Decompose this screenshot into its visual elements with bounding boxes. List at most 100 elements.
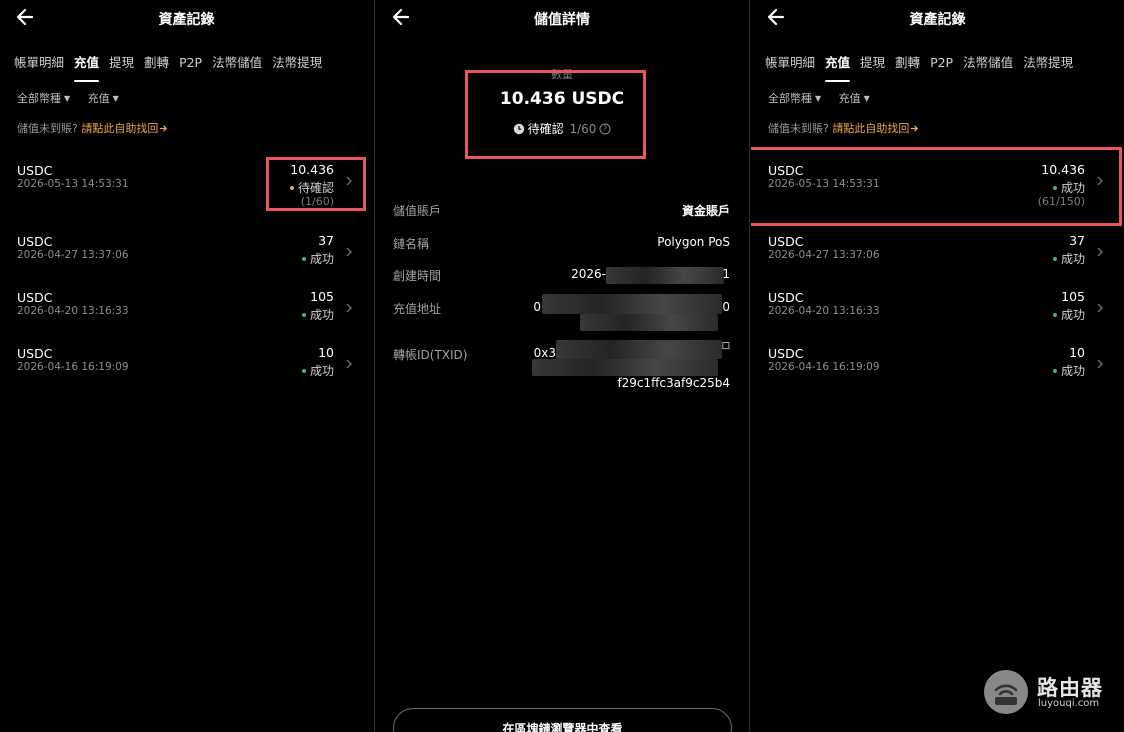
- list-item[interactable]: USDC 2026-05-13 14:53:31 10.436 待確認 (1/6…: [0, 155, 373, 208]
- list-item[interactable]: USDC 2026-04-16 16:19:09 10 成功: [751, 338, 1124, 390]
- tab-transfer[interactable]: 劃轉: [144, 55, 169, 83]
- currency-filter[interactable]: 全部幣種 ▼: [17, 90, 70, 106]
- tab-p2p[interactable]: P2P: [930, 55, 953, 83]
- currency-filter-label: 全部幣種: [768, 92, 812, 105]
- tab-deposit[interactable]: 充值: [74, 55, 100, 83]
- record-status-label: 成功: [309, 252, 334, 266]
- list-item[interactable]: USDC 2026-04-27 13:37:06 37 成功: [751, 226, 1124, 278]
- tab-bill-details[interactable]: 帳單明細: [765, 55, 815, 83]
- list-item[interactable]: USDC 2026-05-13 14:53:31 10.436 成功 (61/1…: [751, 155, 1124, 208]
- top-bar: 資產記錄: [0, 0, 373, 36]
- success-dot-icon: [301, 313, 306, 317]
- top-bar: 資產記錄: [751, 0, 1124, 36]
- chevron-right-icon: [1097, 303, 1103, 313]
- created-time-value: 2026-: [571, 267, 606, 281]
- success-dot-icon: [301, 257, 306, 261]
- list-item[interactable]: USDC 2026-04-20 13:16:33 105 成功: [751, 282, 1124, 334]
- record-status: 成功: [1052, 362, 1085, 379]
- currency-filter[interactable]: 全部幣種 ▼: [768, 90, 821, 106]
- deposit-help: 儲值未到賬? 請點此自助找回: [17, 120, 168, 136]
- help-text: 儲值未到賬?: [768, 122, 829, 135]
- record-amount: 10.436: [290, 162, 334, 177]
- type-filter-label: 充值: [87, 92, 110, 105]
- tab-withdraw[interactable]: 提現: [860, 55, 885, 83]
- tab-fiat-deposit[interactable]: 法幣儲值: [963, 55, 1013, 83]
- type-filter[interactable]: 充值 ▼: [88, 90, 119, 106]
- chevron-right-icon: [346, 359, 352, 369]
- chain-value: Polygon PoS: [657, 235, 730, 249]
- record-amount: 10: [318, 345, 334, 360]
- deposit-help: 儲值未到賬? 請點此自助找回: [768, 120, 919, 136]
- arrow-right-icon: [160, 125, 168, 132]
- record-status: 成功: [301, 306, 334, 323]
- record-asset: USDC: [17, 234, 53, 249]
- txid-value-start: 0x3: [533, 346, 556, 360]
- filter-bar: 全部幣種 ▼ 充值 ▼: [17, 90, 133, 106]
- record-asset: USDC: [17, 290, 53, 305]
- asset-records-panel-success: 資產記錄 帳單明細 充值 提現 劃轉 P2P 法幣儲值 法幣提現 全部幣種 ▼ 充值 ▼ 儲值未…: [751, 0, 1124, 732]
- pending-dot-icon: [289, 186, 294, 190]
- caret-down-icon: ▼: [64, 94, 71, 103]
- svg-text:?: ?: [603, 125, 607, 134]
- copy-icon[interactable]: [721, 342, 730, 351]
- chevron-right-icon: [1097, 176, 1103, 186]
- record-amount: 10.436: [1041, 162, 1085, 177]
- record-status-label: 待確認: [297, 181, 334, 195]
- type-filter-label: 充值: [838, 92, 861, 105]
- record-asset: USDC: [768, 163, 804, 178]
- tab-bar: 帳單明細 充值 提現 劃轉 P2P 法幣儲值 法幣提現: [765, 52, 1124, 83]
- record-status-label: 成功: [1060, 308, 1085, 322]
- address-value-end: 0: [722, 300, 730, 314]
- arrow-right-icon: [911, 125, 919, 132]
- record-time: 2026-04-16 16:19:09: [768, 361, 880, 373]
- currency-filter-label: 全部幣種: [17, 92, 61, 105]
- record-amount: 37: [318, 233, 334, 248]
- chevron-right-icon: [346, 247, 352, 257]
- self-recovery-link[interactable]: 請點此自助找回: [832, 122, 919, 135]
- record-status: 成功: [301, 250, 334, 267]
- account-label: 儲值賬戶: [393, 204, 442, 218]
- record-asset: USDC: [17, 163, 53, 178]
- tab-transfer[interactable]: 劃轉: [895, 55, 920, 83]
- created-time-label: 創建時間: [393, 269, 442, 283]
- deposit-status: 待確認 1/60?: [376, 120, 748, 137]
- record-asset: USDC: [768, 290, 804, 305]
- list-item[interactable]: USDC 2026-04-27 13:37:06 37 成功: [0, 226, 373, 278]
- created-time-value-end: 1: [722, 267, 730, 281]
- list-item[interactable]: USDC 2026-04-20 13:16:33 105 成功: [0, 282, 373, 334]
- type-filter[interactable]: 充值 ▼: [839, 90, 870, 106]
- help-text: 儲值未到賬?: [17, 122, 78, 135]
- caret-down-icon: ▼: [863, 94, 870, 103]
- redacted-block: [580, 314, 718, 331]
- account-value: 資金賬戶: [681, 204, 730, 218]
- tab-withdraw[interactable]: 提現: [109, 55, 134, 83]
- address-value-start: 0: [533, 300, 541, 314]
- tab-fiat-withdraw[interactable]: 法幣提現: [1023, 55, 1073, 83]
- clock-icon: [513, 123, 524, 135]
- tab-bill-details[interactable]: 帳單明細: [14, 55, 64, 83]
- tab-fiat-deposit[interactable]: 法幣儲值: [212, 55, 262, 83]
- record-amount: 105: [310, 289, 334, 304]
- router-logo-icon: [984, 670, 1028, 714]
- help-question-icon[interactable]: ?: [599, 123, 611, 135]
- self-recovery-link[interactable]: 請點此自助找回: [81, 122, 168, 135]
- record-status-label: 成功: [1060, 364, 1085, 378]
- record-time: 2026-04-16 16:19:09: [17, 361, 129, 373]
- record-time: 2026-04-20 13:16:33: [17, 305, 129, 317]
- tab-fiat-withdraw[interactable]: 法幣提現: [272, 55, 322, 83]
- record-status-label: 成功: [309, 308, 334, 322]
- redacted-block: [556, 340, 722, 359]
- highlight-box: [465, 70, 646, 159]
- view-in-explorer-button[interactable]: 在區塊鏈瀏覽器中查看: [393, 708, 732, 732]
- caret-down-icon: ▼: [112, 94, 119, 103]
- list-item[interactable]: USDC 2026-04-16 16:19:09 10 成功: [0, 338, 373, 390]
- record-time: 2026-05-13 14:53:31: [17, 178, 129, 190]
- redacted-block: [606, 267, 724, 284]
- watermark: 路由器 luyouqi.com: [984, 670, 1114, 714]
- tab-deposit[interactable]: 充值: [825, 55, 851, 83]
- record-time: 2026-04-20 13:16:33: [768, 305, 880, 317]
- redacted-block: [532, 359, 718, 376]
- tab-p2p[interactable]: P2P: [179, 55, 202, 83]
- panel-divider: [749, 0, 750, 732]
- record-status: 成功: [301, 362, 334, 379]
